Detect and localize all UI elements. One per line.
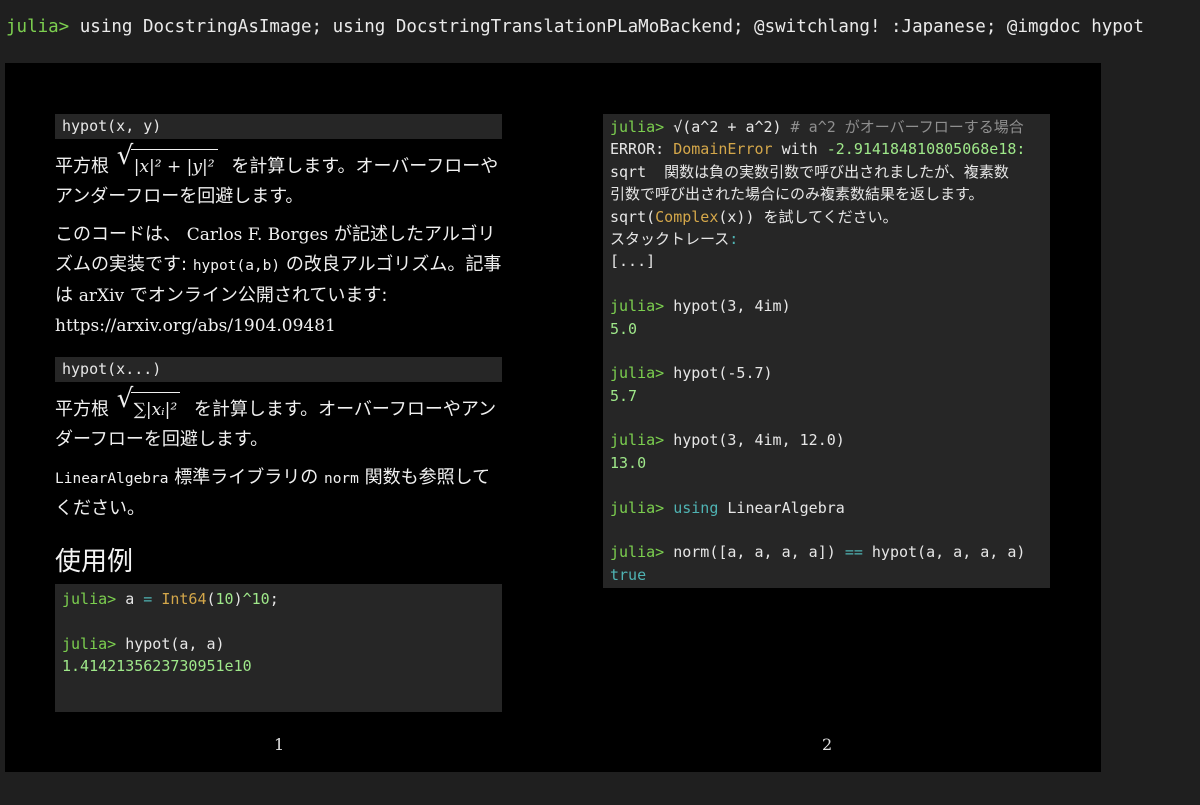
code-output: 5.7: [610, 386, 638, 405]
julia-prompt: julia>: [610, 431, 665, 450]
code-number: 10: [215, 590, 234, 608]
code-keyword: using: [664, 498, 719, 517]
julia-prompt: julia>: [610, 364, 665, 383]
text: 標準ライブラリの: [174, 467, 319, 488]
error-label: ERROR: [610, 140, 656, 159]
code-operator: ==: [844, 543, 863, 562]
signature-hypot-xy: hypot(x, y): [55, 114, 502, 139]
code-type: Complex: [655, 207, 719, 226]
code-comment: # a^2 がオーバーフローする場合: [790, 118, 1024, 136]
code-text: hypot(a, a, a, a): [862, 543, 1026, 562]
code-text: :: [729, 229, 739, 248]
code-text: hypot(3, 4im): [664, 297, 791, 316]
error-message: sqrt 関数は負の実数引数で呼び出されましたが、複素数: [610, 162, 1009, 181]
code-text: hypot(-5.7): [664, 364, 773, 383]
terminal-command-line[interactable]: julia> using DocstringAsImage; using Doc…: [6, 14, 1144, 40]
code-text: ;: [269, 590, 279, 608]
page-number-2: 2: [822, 735, 833, 754]
code-text: LinearAlgebra: [718, 498, 845, 517]
text: でオンライン公開されています:: [129, 285, 388, 306]
code-number: -2.914184810805068e18:: [826, 140, 1026, 159]
arxiv-text: arXiv: [78, 286, 125, 306]
julia-prompt: julia>: [6, 17, 70, 37]
code-text: :: [655, 140, 674, 159]
code-output: 5.0: [610, 319, 638, 338]
code-text: sqrt(: [610, 207, 656, 226]
code-output: 13.0: [610, 453, 647, 472]
julia-prompt: julia>: [62, 590, 117, 608]
inline-code: norm: [323, 471, 359, 487]
julia-prompt: julia>: [62, 634, 117, 653]
inline-code: LinearAlgebra: [55, 471, 169, 487]
code-text: ): [233, 590, 243, 608]
code-text: √(a^2 + a^2): [664, 118, 791, 136]
error-message: 引数で呼び出された場合にのみ複素数結果を返します。: [610, 185, 984, 204]
code-text: (: [206, 590, 216, 608]
terminal-command: using DocstringAsImage; using DocstringT…: [69, 17, 1144, 37]
inline-code: hypot(a,b): [192, 258, 281, 274]
example-code-block: julia> a = Int64(10)^10; julia> hypot(a, …: [55, 584, 502, 712]
paragraph-see-also: LinearAlgebra 標準ライブラリの norm 関数も参照してください。: [55, 463, 502, 524]
code-text: (x)) を試してください。: [718, 207, 898, 226]
julia-prompt: julia>: [610, 543, 665, 562]
code-type: Int64: [152, 590, 207, 608]
paragraph-hypot-varargs-desc: 平方根 ∑|xᵢ|² を計算します。オーバーフローやアンダーフローを回避します。: [55, 384, 502, 455]
code-text: hypot(3, 4im, 12.0): [664, 431, 845, 450]
doc-page-2: julia> √(a^2 + a^2) # a^2 がオーバーフローする場合 ER…: [603, 114, 1050, 589]
paragraph-implementation-note: このコードは、 Carlos F. Borges が記述したアルゴリズムの実装で…: [55, 220, 502, 341]
stacktrace-label: スタックトレース: [610, 229, 730, 248]
code-text: hypot(a, a): [116, 634, 225, 653]
signature-hypot-varargs: hypot(x...): [55, 357, 502, 382]
example-code-block-2: julia> √(a^2 + a^2) # a^2 がオーバーフローする場合 ER…: [603, 114, 1050, 589]
page-number-1: 1: [274, 735, 285, 754]
julia-prompt: julia>: [610, 118, 665, 136]
code-number: ^10: [242, 590, 270, 608]
code-type: DomainError: [673, 140, 773, 159]
math-formula: |x|² + |y|²: [115, 141, 226, 182]
code-text: [...]: [610, 252, 656, 271]
math-radicand: |x|² + |y|²: [130, 149, 218, 182]
julia-prompt: julia>: [610, 498, 665, 517]
code-operator: =: [143, 590, 153, 608]
code-output: 1.4142135623730951e10: [62, 657, 252, 676]
code-text: norm([a, a, a, a]): [664, 543, 845, 562]
examples-heading: 使用例: [55, 547, 134, 577]
code-text: a: [116, 590, 144, 608]
julia-prompt: julia>: [610, 297, 665, 316]
text: 平方根: [55, 156, 109, 177]
docstring-image: hypot(x, y) 平方根 |x|² + |y|² を計算します。オーバーフ…: [5, 63, 1101, 772]
code-text: with: [772, 140, 827, 159]
arxiv-url: https://arxiv.org/abs/1904.09481: [55, 316, 336, 336]
text: このコードは、: [55, 224, 181, 245]
paragraph-hypot-xy-desc: 平方根 |x|² + |y|² を計算します。オーバーフローやアンダーフローを回…: [55, 141, 502, 212]
math-formula: ∑|xᵢ|²: [115, 384, 188, 425]
author-name: Carlos F. Borges: [186, 225, 329, 245]
doc-page-1: hypot(x, y) 平方根 |x|² + |y|² を計算します。オーバーフ…: [55, 114, 502, 712]
text: 平方根: [55, 399, 109, 420]
math-radicand: ∑|xᵢ|²: [130, 392, 181, 425]
code-output: true: [610, 565, 647, 584]
